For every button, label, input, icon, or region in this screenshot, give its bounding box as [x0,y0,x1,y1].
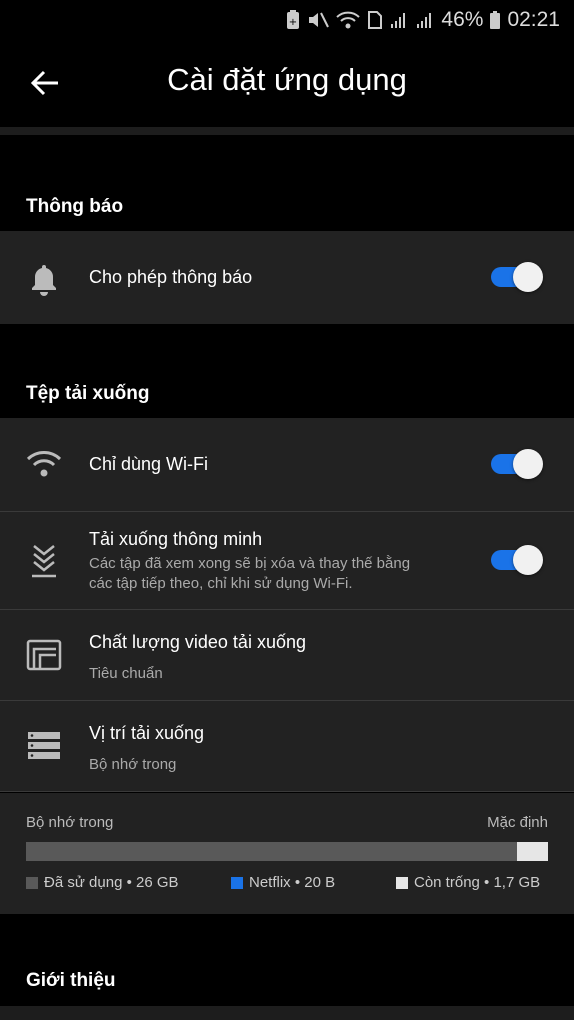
legend-netflix-label: Netflix • 20 B [249,874,336,891]
legend-netflix: Netflix • 20 B [231,874,335,891]
legend-swatch-netflix [231,876,243,889]
signal-2-icon [417,13,432,28]
header-divider [0,127,574,135]
signal-1-icon [391,13,406,28]
smart-downloads-description-2: các tập tiếp theo, chỉ khi sử dụng Wi-Fi… [89,575,353,592]
video-quality-icon [26,639,62,671]
about-row-top [0,1006,574,1020]
wifi-only-label: Chỉ dùng Wi-Fi [89,454,209,474]
svg-text:+: + [289,17,297,28]
smart-downloads-toggle[interactable] [491,545,543,575]
video-quality-label: Chất lượng video tải xuống [89,632,306,652]
smart-downloads-description-1: Các tập đã xem xong sẽ bị xóa và thay th… [89,555,411,572]
video-quality-value: Tiêu chuẩn [89,665,163,682]
wifi-only-toggle[interactable] [491,449,543,479]
wifi-icon [26,451,62,477]
allow-notifications-label: Cho phép thông báo [89,267,253,287]
section-title-about: Giới thiệu [26,970,116,991]
smart-download-icon [32,545,56,578]
storage-name: Bộ nhớ trong [26,814,114,831]
smart-downloads-row[interactable]: Tải xuống thông minh Các tập đã xem xong… [0,512,574,609]
battery-percent: 46% [441,8,484,31]
section-title-downloads: Tệp tải xuống [26,383,150,404]
mute-icon [309,12,330,28]
wifi-only-row[interactable]: Chỉ dùng Wi-Fi [0,418,574,511]
video-quality-row[interactable]: Chất lượng video tải xuống Tiêu chuẩn [0,610,574,700]
legend-free-label: Còn trống • 1,7 GB [414,874,541,891]
legend-used: Đã sử dụng • 26 GB [26,874,179,891]
download-location-label: Vị trí tải xuống [89,723,205,743]
page-title: Cài đặt ứng dụng [167,62,407,97]
app-bar: Cài đặt ứng dụng [0,40,574,126]
bell-icon [32,265,56,296]
storage-default-label: Mặc định [487,814,548,831]
battery-saver-icon: + [287,10,300,29]
legend-free: Còn trống • 1,7 GB [396,874,540,891]
clock: 02:21 [507,8,560,31]
section-title-notifications: Thông báo [26,196,124,217]
allow-notifications-row[interactable]: Cho phép thông báo [0,231,574,324]
storage-panel: Bộ nhớ trong Mặc định Đã sử dụng • 26 GB… [0,793,574,914]
download-location-row[interactable]: Vị trí tải xuống Bộ nhớ trong [0,701,574,791]
sim-icon [368,11,383,29]
allow-notifications-toggle[interactable] [491,262,543,292]
storage-usage-bar [26,842,548,861]
battery-icon [490,11,501,29]
smart-downloads-label: Tải xuống thông minh [89,529,263,549]
legend-swatch-free [396,876,408,889]
storage-icon [28,732,60,759]
legend-swatch-used [26,876,38,889]
status-bar: + 46% 02:21 [0,0,574,40]
storage-used-fill [26,842,517,861]
divider [0,791,574,792]
download-location-value: Bộ nhớ trong [89,756,177,773]
wifi-status-icon [336,11,361,29]
legend-used-label: Đã sử dụng • 26 GB [44,874,179,891]
